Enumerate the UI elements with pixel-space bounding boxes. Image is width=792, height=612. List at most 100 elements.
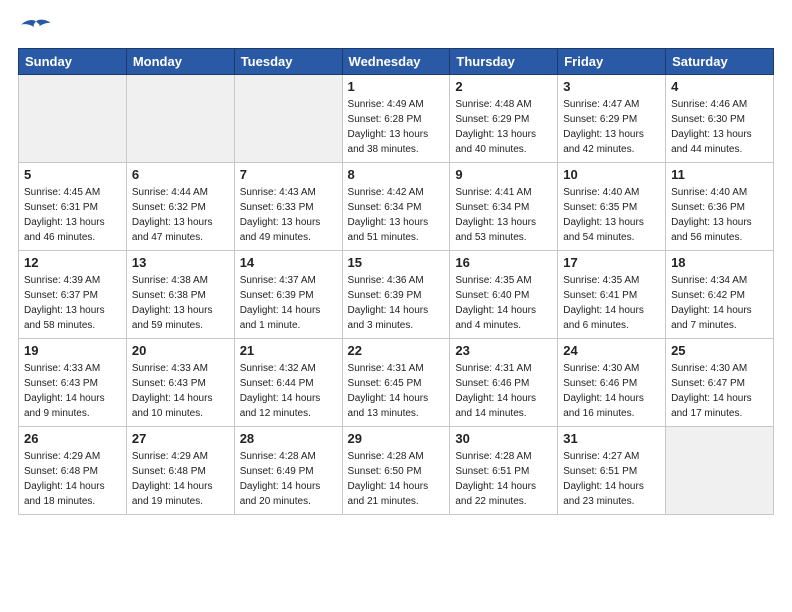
cell-info: Sunrise: 4:48 AMSunset: 6:29 PMDaylight:… xyxy=(455,97,552,157)
weekday-header-saturday: Saturday xyxy=(666,49,774,75)
calendar-cell: 23 Sunrise: 4:31 AMSunset: 6:46 PMDayligh… xyxy=(450,339,558,427)
cell-info: Sunrise: 4:47 AMSunset: 6:29 PMDaylight:… xyxy=(563,97,660,157)
calendar-cell xyxy=(126,75,234,163)
weekday-header-thursday: Thursday xyxy=(450,49,558,75)
day-number: 25 xyxy=(671,343,768,358)
calendar-cell: 6 Sunrise: 4:44 AMSunset: 6:32 PMDaylight… xyxy=(126,163,234,251)
day-number: 12 xyxy=(24,255,121,270)
week-row-1: 5 Sunrise: 4:45 AMSunset: 6:31 PMDaylight… xyxy=(19,163,774,251)
day-number: 4 xyxy=(671,79,768,94)
cell-info: Sunrise: 4:40 AMSunset: 6:36 PMDaylight:… xyxy=(671,185,768,245)
week-row-0: 1Sunrise: 4:49 AMSunset: 6:28 PMDaylight… xyxy=(19,75,774,163)
day-number: 11 xyxy=(671,167,768,182)
cell-info: Sunrise: 4:29 AMSunset: 6:48 PMDaylight:… xyxy=(132,449,229,509)
calendar-cell: 7 Sunrise: 4:43 AMSunset: 6:33 PMDaylight… xyxy=(234,163,342,251)
calendar-cell: 19 Sunrise: 4:33 AMSunset: 6:43 PMDayligh… xyxy=(19,339,127,427)
calendar-cell: 24Sunrise: 4:30 AMSunset: 6:46 PMDayligh… xyxy=(558,339,666,427)
cell-info: Sunrise: 4:41 AMSunset: 6:34 PMDaylight:… xyxy=(455,185,552,245)
calendar-cell: 1Sunrise: 4:49 AMSunset: 6:28 PMDaylight… xyxy=(342,75,450,163)
cell-info: Sunrise: 4:43 AMSunset: 6:33 PMDaylight:… xyxy=(240,185,337,245)
calendar-cell: 11 Sunrise: 4:40 AMSunset: 6:36 PMDayligh… xyxy=(666,163,774,251)
cell-info: Sunrise: 4:45 AMSunset: 6:31 PMDaylight:… xyxy=(24,185,121,245)
calendar-cell: 28 Sunrise: 4:28 AMSunset: 6:49 PMDayligh… xyxy=(234,427,342,515)
day-number: 1 xyxy=(348,79,445,94)
calendar-cell: 12 Sunrise: 4:39 AMSunset: 6:37 PMDayligh… xyxy=(19,251,127,339)
week-row-3: 19 Sunrise: 4:33 AMSunset: 6:43 PMDayligh… xyxy=(19,339,774,427)
calendar-cell: 16 Sunrise: 4:35 AMSunset: 6:40 PMDayligh… xyxy=(450,251,558,339)
day-number: 3 xyxy=(563,79,660,94)
week-row-2: 12 Sunrise: 4:39 AMSunset: 6:37 PMDayligh… xyxy=(19,251,774,339)
calendar-cell: 8 Sunrise: 4:42 AMSunset: 6:34 PMDaylight… xyxy=(342,163,450,251)
cell-info: Sunrise: 4:36 AMSunset: 6:39 PMDaylight:… xyxy=(348,273,445,333)
weekday-header-monday: Monday xyxy=(126,49,234,75)
day-number: 15 xyxy=(348,255,445,270)
day-number: 30 xyxy=(455,431,552,446)
calendar-cell: 30 Sunrise: 4:28 AMSunset: 6:51 PMDayligh… xyxy=(450,427,558,515)
calendar-cell: 14 Sunrise: 4:37 AMSunset: 6:39 PMDayligh… xyxy=(234,251,342,339)
day-number: 27 xyxy=(132,431,229,446)
day-number: 22 xyxy=(348,343,445,358)
day-number: 26 xyxy=(24,431,121,446)
calendar-cell: 20 Sunrise: 4:33 AMSunset: 6:43 PMDayligh… xyxy=(126,339,234,427)
calendar-cell: 27 Sunrise: 4:29 AMSunset: 6:48 PMDayligh… xyxy=(126,427,234,515)
cell-info: Sunrise: 4:34 AMSunset: 6:42 PMDaylight:… xyxy=(671,273,768,333)
cell-info: Sunrise: 4:30 AMSunset: 6:46 PMDaylight:… xyxy=(563,361,660,421)
day-number: 23 xyxy=(455,343,552,358)
calendar-cell: 18Sunrise: 4:34 AMSunset: 6:42 PMDayligh… xyxy=(666,251,774,339)
cell-info: Sunrise: 4:27 AMSunset: 6:51 PMDaylight:… xyxy=(563,449,660,509)
cell-info: Sunrise: 4:28 AMSunset: 6:49 PMDaylight:… xyxy=(240,449,337,509)
cell-info: Sunrise: 4:33 AMSunset: 6:43 PMDaylight:… xyxy=(132,361,229,421)
cell-info: Sunrise: 4:28 AMSunset: 6:51 PMDaylight:… xyxy=(455,449,552,509)
calendar-cell: 26 Sunrise: 4:29 AMSunset: 6:48 PMDayligh… xyxy=(19,427,127,515)
cell-info: Sunrise: 4:28 AMSunset: 6:50 PMDaylight:… xyxy=(348,449,445,509)
calendar-cell: 21Sunrise: 4:32 AMSunset: 6:44 PMDayligh… xyxy=(234,339,342,427)
calendar-cell: 4 Sunrise: 4:46 AMSunset: 6:30 PMDaylight… xyxy=(666,75,774,163)
calendar-cell: 31 Sunrise: 4:27 AMSunset: 6:51 PMDayligh… xyxy=(558,427,666,515)
calendar-cell xyxy=(666,427,774,515)
day-number: 14 xyxy=(240,255,337,270)
cell-info: Sunrise: 4:40 AMSunset: 6:35 PMDaylight:… xyxy=(563,185,660,245)
calendar-cell: 2 Sunrise: 4:48 AMSunset: 6:29 PMDaylight… xyxy=(450,75,558,163)
week-row-4: 26 Sunrise: 4:29 AMSunset: 6:48 PMDayligh… xyxy=(19,427,774,515)
cell-info: Sunrise: 4:33 AMSunset: 6:43 PMDaylight:… xyxy=(24,361,121,421)
day-number: 5 xyxy=(24,167,121,182)
page: SundayMondayTuesdayWednesdayThursdayFrid… xyxy=(0,0,792,533)
cell-info: Sunrise: 4:29 AMSunset: 6:48 PMDaylight:… xyxy=(24,449,121,509)
weekday-header-wednesday: Wednesday xyxy=(342,49,450,75)
cell-info: Sunrise: 4:31 AMSunset: 6:46 PMDaylight:… xyxy=(455,361,552,421)
calendar-cell: 17 Sunrise: 4:35 AMSunset: 6:41 PMDayligh… xyxy=(558,251,666,339)
day-number: 10 xyxy=(563,167,660,182)
calendar-cell: 29Sunrise: 4:28 AMSunset: 6:50 PMDayligh… xyxy=(342,427,450,515)
logo xyxy=(18,18,64,38)
day-number: 7 xyxy=(240,167,337,182)
weekday-header-friday: Friday xyxy=(558,49,666,75)
weekday-header-sunday: Sunday xyxy=(19,49,127,75)
day-number: 16 xyxy=(455,255,552,270)
cell-info: Sunrise: 4:35 AMSunset: 6:41 PMDaylight:… xyxy=(563,273,660,333)
day-number: 2 xyxy=(455,79,552,94)
day-number: 28 xyxy=(240,431,337,446)
cell-info: Sunrise: 4:46 AMSunset: 6:30 PMDaylight:… xyxy=(671,97,768,157)
day-number: 31 xyxy=(563,431,660,446)
cell-info: Sunrise: 4:44 AMSunset: 6:32 PMDaylight:… xyxy=(132,185,229,245)
cell-info: Sunrise: 4:39 AMSunset: 6:37 PMDaylight:… xyxy=(24,273,121,333)
cell-info: Sunrise: 4:32 AMSunset: 6:44 PMDaylight:… xyxy=(240,361,337,421)
calendar-cell xyxy=(19,75,127,163)
cell-info: Sunrise: 4:38 AMSunset: 6:38 PMDaylight:… xyxy=(132,273,229,333)
day-number: 6 xyxy=(132,167,229,182)
day-number: 9 xyxy=(455,167,552,182)
day-number: 20 xyxy=(132,343,229,358)
calendar-table: SundayMondayTuesdayWednesdayThursdayFrid… xyxy=(18,48,774,515)
cell-info: Sunrise: 4:42 AMSunset: 6:34 PMDaylight:… xyxy=(348,185,445,245)
cell-info: Sunrise: 4:35 AMSunset: 6:40 PMDaylight:… xyxy=(455,273,552,333)
day-number: 19 xyxy=(24,343,121,358)
calendar-cell: 13Sunrise: 4:38 AMSunset: 6:38 PMDayligh… xyxy=(126,251,234,339)
cell-info: Sunrise: 4:37 AMSunset: 6:39 PMDaylight:… xyxy=(240,273,337,333)
logo-bird-icon xyxy=(18,18,54,38)
weekday-header-tuesday: Tuesday xyxy=(234,49,342,75)
calendar-cell xyxy=(234,75,342,163)
header xyxy=(18,18,774,38)
calendar-cell: 25Sunrise: 4:30 AMSunset: 6:47 PMDayligh… xyxy=(666,339,774,427)
day-number: 17 xyxy=(563,255,660,270)
day-number: 8 xyxy=(348,167,445,182)
